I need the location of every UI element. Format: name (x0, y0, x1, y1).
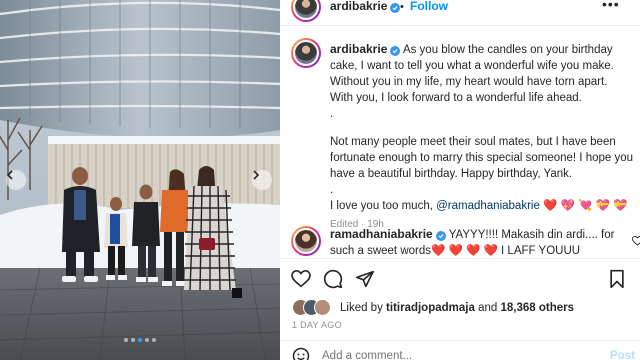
caption-emojis: ❤️ 💖 💘 💝 💝 (543, 200, 628, 212)
comment-like-heart-icon[interactable] (632, 236, 640, 246)
follow-button[interactable]: Follow (410, 0, 448, 13)
author-username-text[interactable]: ardibakrie (330, 0, 387, 13)
carousel-dots (124, 338, 156, 342)
comment-text: ramadhaniabakrie YAYYY!!!! Makasih din a… (330, 226, 620, 259)
add-comment-input[interactable] (322, 350, 602, 360)
post-header: ardibakrie • Follow ••• (280, 0, 640, 26)
caption-period-1: . (330, 108, 334, 120)
post-actions-bar (280, 258, 640, 298)
carousel-next-button[interactable] (252, 170, 272, 190)
liker-avatars (292, 299, 336, 317)
likes-user-link[interactable]: titiradjopadmaja (386, 302, 475, 314)
verified-badge-icon (435, 231, 446, 241)
header-separator: • (400, 1, 404, 13)
carousel-dot (138, 338, 142, 342)
likes-prefix: Liked by (340, 302, 383, 314)
caption-author-avatar[interactable] (291, 38, 321, 68)
post-details-pane: ardibakrie • Follow ••• ardibakrie As yo… (280, 0, 640, 360)
chevron-left-icon (6, 170, 13, 180)
likes-count-link[interactable]: 18,368 others (500, 302, 574, 314)
share-button[interactable] (354, 268, 376, 290)
carousel-dot (131, 338, 135, 342)
caption-period-2: . (330, 184, 334, 196)
caption-author-username[interactable]: ardibakrie (330, 42, 387, 56)
verified-badge-icon (390, 3, 401, 13)
chevron-right-icon (253, 170, 260, 180)
carousel-dot (145, 338, 149, 342)
heart-icon (291, 270, 311, 288)
author-avatar[interactable] (291, 0, 321, 22)
verified-badge-icon (390, 46, 401, 56)
carousel-prev-button[interactable] (6, 170, 26, 190)
save-button[interactable] (606, 268, 628, 290)
caption-text: ardibakrie As you blow the candles on yo… (330, 41, 633, 233)
post-photo[interactable] (0, 0, 280, 360)
carousel-dot (152, 338, 156, 342)
carousel-dot (124, 338, 128, 342)
family-photo-image (0, 0, 280, 360)
more-options-button[interactable]: ••• (602, 0, 620, 12)
emoji-icon[interactable] (292, 347, 310, 360)
likes-text: Liked by titiradjopadmaja and 18,368 oth… (340, 302, 574, 314)
liker-avatar (314, 299, 331, 316)
bookmark-icon (610, 269, 624, 289)
commenter-username[interactable]: ramadhaniabakrie (330, 227, 433, 241)
send-icon (356, 270, 374, 288)
caption-paragraph-3: I love you too much, (330, 200, 433, 212)
author-username[interactable]: ardibakrie (330, 0, 401, 13)
comment-icon (323, 269, 343, 289)
add-comment-bar: Post (280, 340, 640, 360)
post-date[interactable]: 1 DAY AGO (292, 320, 342, 330)
caption-mention-link[interactable]: @ramadhaniabakrie (436, 200, 540, 212)
commenter-avatar[interactable] (291, 226, 321, 256)
comment-button[interactable] (322, 268, 344, 290)
likes-and: and (478, 302, 498, 314)
like-button[interactable] (290, 268, 312, 290)
post-comment-button[interactable]: Post (610, 350, 635, 360)
caption-paragraph-2: Not many people meet their soul mates, b… (330, 136, 634, 180)
